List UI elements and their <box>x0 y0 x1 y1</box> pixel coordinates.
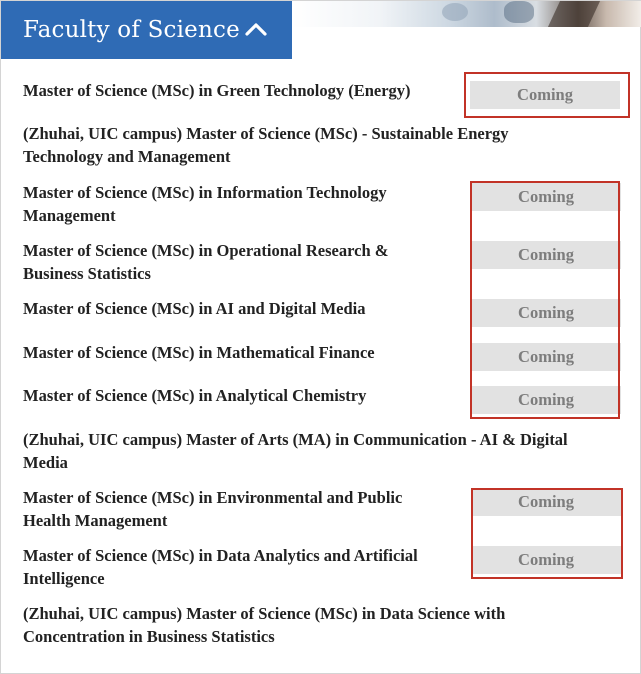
programme-name: Master of Science (MSc) in Analytical Ch… <box>23 386 367 405</box>
programme-name: Master of Science (MSc) in Information T… <box>23 183 387 225</box>
coming-badge[interactable]: Coming <box>471 546 621 574</box>
header-banner-image <box>292 1 641 27</box>
coming-badge[interactable]: Coming <box>471 488 621 516</box>
programme-name: Master of Science (MSc) in Green Technol… <box>23 81 411 100</box>
programme-name: Master of Science (MSc) in Operational R… <box>23 241 389 283</box>
coming-badge[interactable]: Coming <box>471 299 621 327</box>
faculty-accordion-header[interactable]: Faculty of Science <box>1 1 292 59</box>
programme-name: Master of Science (MSc) in AI and Digita… <box>23 299 366 318</box>
programme-panel: Faculty of Science Master of Science (MS… <box>0 0 641 674</box>
programme-name: Master of Science (MSc) in Data Analytic… <box>23 546 418 588</box>
chevron-up-icon[interactable] <box>241 15 271 43</box>
programme-name: (Zhuhai, UIC campus) Master of Arts (MA)… <box>23 430 568 472</box>
coming-badge[interactable]: Coming <box>471 343 621 371</box>
coming-badge[interactable]: Coming <box>471 183 621 211</box>
programme-name: (Zhuhai, UIC campus) Master of Science (… <box>23 604 506 646</box>
programme-name: Master of Science (MSc) in Environmental… <box>23 488 403 530</box>
coming-badge[interactable]: Coming <box>471 386 621 414</box>
coming-badge[interactable]: Coming <box>470 81 620 109</box>
programme-name: (Zhuhai, UIC campus) Master of Science (… <box>23 124 509 166</box>
coming-badge[interactable]: Coming <box>471 241 621 269</box>
faculty-title: Faculty of Science <box>23 17 240 43</box>
programme-name: Master of Science (MSc) in Mathematical … <box>23 343 375 362</box>
